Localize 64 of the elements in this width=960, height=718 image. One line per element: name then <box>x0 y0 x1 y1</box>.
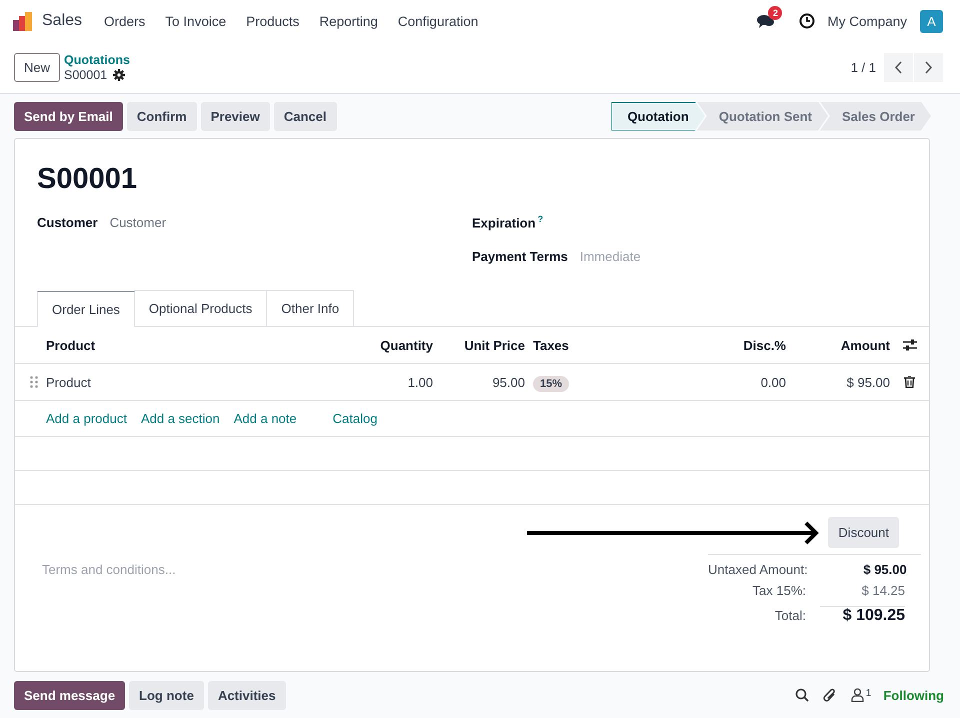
column-settings-icon[interactable] <box>902 339 916 351</box>
message-count-badge: 2 <box>768 6 782 20</box>
chatter-button[interactable]: Log note <box>129 680 204 710</box>
app-logo-icon[interactable] <box>13 11 33 31</box>
stage-step[interactable]: Sales Order <box>820 102 931 130</box>
menu-item[interactable]: Configuration <box>398 14 478 28</box>
record-title: S00001 <box>37 163 138 196</box>
tab[interactable]: Other Info <box>266 290 354 326</box>
paperclip-icon[interactable] <box>822 688 837 702</box>
action-button[interactable]: Confirm <box>126 102 197 130</box>
app-name[interactable]: Sales <box>42 12 82 30</box>
menu-item[interactable]: Reporting <box>319 14 378 28</box>
menu-item[interactable]: To Invoice <box>165 14 226 28</box>
drag-handle-icon[interactable] <box>30 376 38 388</box>
total-value: $ 95.00 <box>862 562 907 577</box>
stage-step[interactable]: Quotation <box>611 102 705 130</box>
previous-button[interactable] <box>884 53 913 82</box>
add-line-link[interactable]: Add a note <box>234 411 297 426</box>
breadcrumb-link[interactable]: Quotations <box>64 52 130 68</box>
pager-counter: 1 / 1 <box>850 60 876 75</box>
column-header[interactable]: Disc.% <box>690 338 786 352</box>
add-line-link[interactable]: Add a product <box>46 411 127 426</box>
chatter-button[interactable]: Activities <box>208 680 286 710</box>
column-header[interactable]: Unit Price <box>433 338 525 352</box>
following-button[interactable]: Following <box>883 688 944 702</box>
total-label: Tax 15%: <box>752 583 807 598</box>
total-value: $ 14.25 <box>860 583 905 598</box>
total-label: Total: <box>774 608 807 622</box>
total-value: $ 109.25 <box>820 606 905 624</box>
tab[interactable]: Order Lines <box>37 291 135 327</box>
gear-icon[interactable] <box>113 69 126 81</box>
menu-item[interactable]: Orders <box>104 14 146 28</box>
chatter-button[interactable]: Send message <box>14 680 126 710</box>
column-header[interactable]: Amount <box>786 338 890 352</box>
field-label: Payment Terms <box>472 248 568 264</box>
record-name: S00001 <box>64 68 108 82</box>
add-line-link[interactable]: Catalog <box>332 411 378 426</box>
action-button[interactable]: Send by Email <box>14 102 123 130</box>
action-button[interactable]: Cancel <box>274 102 337 130</box>
field-label: Customer <box>37 214 98 230</box>
company-switcher[interactable]: My Company <box>827 14 907 28</box>
menu-item[interactable]: Products <box>246 14 300 28</box>
add-line-link[interactable]: Add a section <box>140 411 220 426</box>
table-cell-text: $ 95.00 <box>846 374 890 390</box>
new-button[interactable]: New <box>14 53 60 82</box>
stage-step[interactable]: Quotation Sent <box>696 102 828 130</box>
column-header[interactable]: Product <box>46 338 340 352</box>
action-button[interactable]: Preview <box>200 102 270 130</box>
person-icon[interactable] <box>850 688 864 702</box>
column-header[interactable]: Quantity <box>340 338 433 352</box>
column-header[interactable]: Taxes <box>525 338 690 352</box>
table-cell-text: Product <box>46 374 92 390</box>
search-icon[interactable] <box>794 688 809 702</box>
next-button[interactable] <box>914 53 943 82</box>
table-cell-text: 1.00 <box>406 374 433 390</box>
table-cell-text: 95.00 <box>491 374 525 390</box>
clock-icon[interactable] <box>799 13 816 29</box>
trash-icon[interactable] <box>904 376 915 388</box>
field-label: Expiration$^{?}$ <box>472 214 544 230</box>
tax-tag: 15% <box>533 376 570 392</box>
follower-count: 1 <box>866 688 872 699</box>
total-label: Untaxed Amount: <box>708 562 809 577</box>
table-cell-text: 0.00 <box>760 374 786 390</box>
discount-button[interactable]: Discount <box>828 517 899 548</box>
